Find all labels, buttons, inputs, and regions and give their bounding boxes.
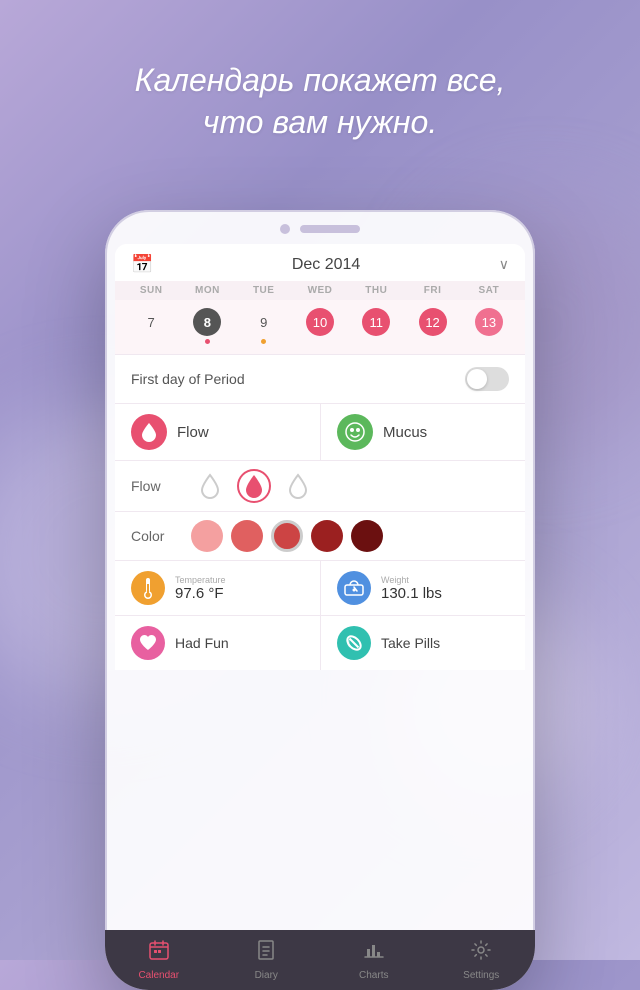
calendar-header: 📅 Dec 2014 ∨ [115,244,525,281]
calendar-day-7[interactable]: 7 [123,306,179,346]
hero-line-1: Календарь покажет все, [135,62,506,98]
calendar-day-9[interactable]: 9 [236,306,292,346]
color-swatches [191,520,383,552]
day-dot-9 [261,339,266,344]
temperature-value: 97.6 °F [175,585,226,602]
tab-charts-icon [363,939,385,967]
day-header-sun: SUN [123,285,179,296]
tab-settings-label: Settings [463,970,499,981]
calendar-month: Dec 2014 [292,256,361,274]
stats-row: Temperature 97.6 °F Weight 130.1 lbs [115,560,525,615]
calendar-day-10[interactable]: 10 [292,306,348,346]
flow-options [193,469,315,503]
fun-pills-row: Had Fun Take Pills [115,615,525,670]
flow-selector-row: Flow [115,460,525,511]
calendar-day-13[interactable]: 13 [461,306,517,346]
take-pills-label: Take Pills [381,635,440,651]
temperature-label: Temperature [175,575,226,585]
calendar-day-12[interactable]: 12 [404,306,460,346]
weight-stat[interactable]: Weight 130.1 lbs [320,561,525,615]
flow-icon [131,414,167,450]
phone-speaker [300,225,360,233]
had-fun-label: Had Fun [175,635,229,651]
period-toggle-row: First day of Period [115,354,525,403]
temperature-info: Temperature 97.6 °F [175,575,226,602]
period-toggle-switch[interactable] [465,367,509,391]
flow-selector-label: Flow [131,478,181,494]
day-header-fri: FRI [404,285,460,296]
color-swatch-3[interactable] [311,520,343,552]
tab-diary-label: Diary [255,970,278,981]
color-row: Color [115,511,525,560]
tab-diary-icon [256,939,276,967]
hero-text: Календарь покажет все, что вам нужно. [0,60,640,143]
day-number-8: 8 [193,308,221,336]
temperature-stat[interactable]: Temperature 97.6 °F [115,561,320,615]
weight-label: Weight [381,575,442,585]
flow-feature-item[interactable]: Flow [115,404,320,460]
mucus-feature-item[interactable]: Mucus [320,404,525,460]
had-fun-icon [131,626,165,660]
toggle-knob [467,369,487,389]
weight-value: 130.1 lbs [381,585,442,602]
tab-calendar-label: Calendar [138,970,179,981]
color-swatch-1[interactable] [231,520,263,552]
take-pills-item[interactable]: Take Pills [320,616,525,670]
color-row-label: Color [131,528,181,544]
calendar-days-row: 7 8 9 10 11 12 [115,300,525,354]
hero-line-2: что вам нужно. [203,104,437,140]
phone-camera [280,224,290,234]
day-header-tue: TUE [236,285,292,296]
color-swatch-4[interactable] [351,520,383,552]
app-content: 📅 Dec 2014 ∨ SUN MON TUE WED THU FRI SAT… [115,244,525,670]
flow-option-light[interactable] [193,469,227,503]
take-pills-icon [337,626,371,660]
calendar-day-11[interactable]: 11 [348,306,404,346]
tab-diary[interactable]: Diary [213,933,321,987]
calendar-day-8[interactable]: 8 [179,306,235,346]
day-header-sat: SAT [461,285,517,296]
mucus-label: Mucus [383,424,427,441]
day-number-9: 9 [250,308,278,336]
tab-calendar-icon [148,939,170,967]
phone-frame: 📅 Dec 2014 ∨ SUN MON TUE WED THU FRI SAT… [105,210,535,990]
feature-row-flow-mucus: Flow Mucus [115,403,525,460]
temperature-icon [131,571,165,605]
day-header-wed: WED [292,285,348,296]
day-header-mon: MON [179,285,235,296]
day-number-10: 10 [306,308,334,336]
calendar-day-headers: SUN MON TUE WED THU FRI SAT [115,281,525,300]
flow-option-heavy[interactable] [281,469,315,503]
tab-charts-label: Charts [359,970,388,981]
day-dot-8 [205,339,210,344]
tab-settings-icon [470,939,492,967]
color-swatch-2[interactable] [271,520,303,552]
day-number-11: 11 [362,308,390,336]
day-number-7: 7 [137,308,165,336]
day-number-12: 12 [419,308,447,336]
phone-top-bar [105,210,535,244]
day-number-13: 13 [475,308,503,336]
mucus-icon [337,414,373,450]
color-swatch-0[interactable] [191,520,223,552]
tab-settings[interactable]: Settings [428,933,536,987]
tab-calendar[interactable]: Calendar [105,933,213,987]
period-toggle-label: First day of Period [131,371,245,387]
calendar-chevron-icon[interactable]: ∨ [499,256,509,273]
flow-option-medium[interactable] [237,469,271,503]
had-fun-item[interactable]: Had Fun [115,616,320,670]
weight-icon [337,571,371,605]
tab-charts[interactable]: Charts [320,933,428,987]
calendar-icon: 📅 [131,254,153,275]
day-header-thu: THU [348,285,404,296]
tab-bar: Calendar Diary C [105,930,535,990]
weight-info: Weight 130.1 lbs [381,575,442,602]
flow-label: Flow [177,424,209,441]
